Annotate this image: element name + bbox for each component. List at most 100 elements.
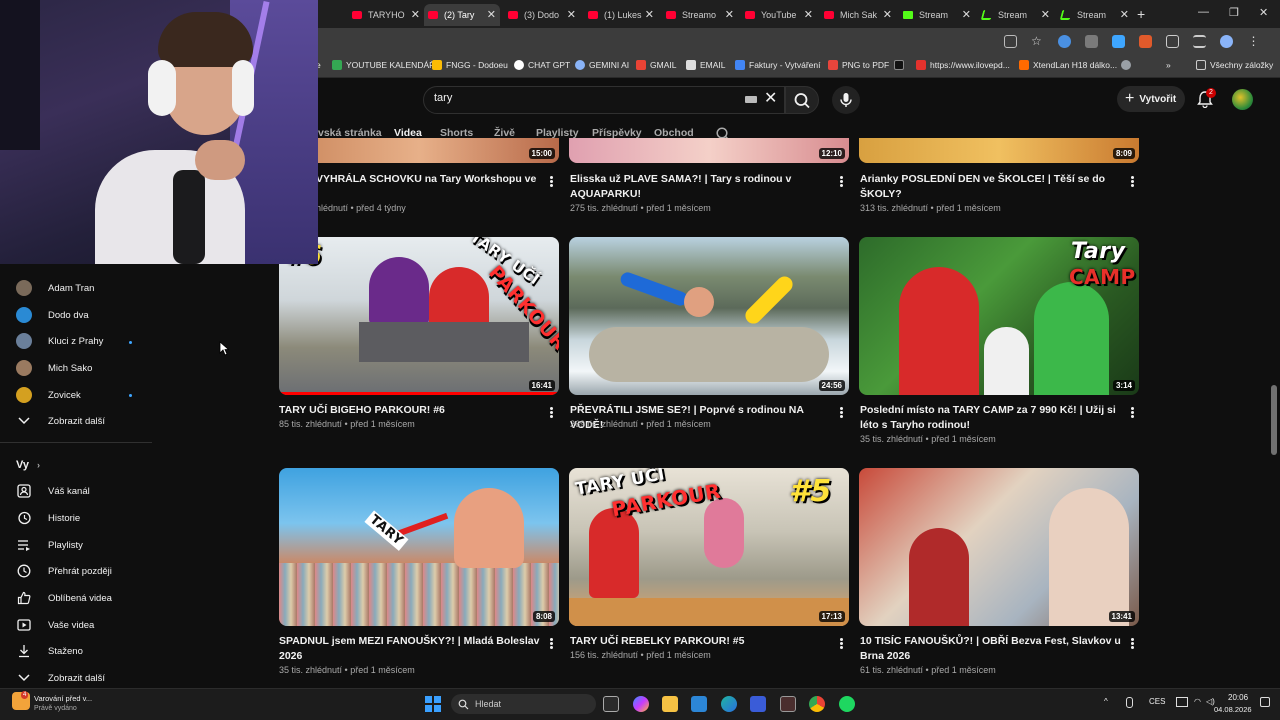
video-thumbnail[interactable]: 8:09: [859, 138, 1139, 163]
close-icon[interactable]: ✕: [411, 8, 420, 21]
clear-search-icon[interactable]: ✕: [764, 90, 777, 108]
you-section-heading[interactable]: Vy ›: [16, 459, 40, 471]
browser-tab[interactable]: (1) Lukes ✕: [584, 4, 658, 26]
bookmark-item[interactable]: https://www.ilovepd...: [916, 60, 1010, 70]
outlook-icon[interactable]: [691, 696, 707, 712]
bookmark-item[interactable]: Faktury - Vytváření: [735, 60, 820, 70]
video-title[interactable]: SPADNUL jsem MEZI FANOUŠKY?! | Mladá Bol…: [279, 634, 541, 663]
account-avatar[interactable]: [1232, 89, 1253, 110]
start-windows-icon[interactable]: [425, 696, 441, 712]
extension-icon[interactable]: [1112, 35, 1125, 48]
sidebar-show-more[interactable]: Zobrazit další: [16, 412, 146, 430]
browser-tab[interactable]: Streamo ✕: [662, 4, 738, 26]
voice-search-button[interactable]: [832, 86, 860, 114]
video-title[interactable]: 10 TISÍC FANOUŠKŮ?! | OBŘÍ Bezva Fest, S…: [860, 634, 1122, 663]
bookmark-star-icon[interactable]: ☆: [1031, 35, 1044, 48]
tray-overflow-icon[interactable]: ^: [1104, 697, 1108, 706]
bookmarks-overflow[interactable]: »: [1166, 60, 1171, 70]
close-icon[interactable]: ✕: [883, 8, 892, 21]
video-title[interactable]: Elisska už PLAVE SAMA?! | Tary s rodinou…: [570, 172, 810, 201]
video-menu-icon[interactable]: [1131, 638, 1134, 649]
video-title[interactable]: VYHRÁLA SCHOVKU na Tary Workshopu ve: [316, 172, 544, 187]
minimize-icon[interactable]: —: [1198, 6, 1209, 18]
sidebar-sub-item[interactable]: Zovicek: [16, 386, 146, 404]
bookmark-item[interactable]: XtendLan H18 dálko...: [1019, 60, 1117, 70]
sidebar-item-your-videos[interactable]: Vaše videa: [16, 616, 146, 634]
clock-time[interactable]: 20:06: [1228, 693, 1248, 702]
close-icon[interactable]: ✕: [1041, 8, 1050, 21]
close-icon[interactable]: ✕: [567, 8, 576, 21]
close-icon[interactable]: ✕: [487, 8, 496, 21]
sidebar-show-more-you[interactable]: Zobrazit další: [16, 669, 146, 687]
extensions-puzzle-icon[interactable]: [1166, 35, 1179, 48]
network-icon[interactable]: ◠: [1194, 697, 1201, 706]
browser-tab[interactable]: (3) Dodo ✕: [504, 4, 580, 26]
notification-center-icon[interactable]: [1260, 697, 1270, 707]
task-view-icon[interactable]: [603, 696, 619, 712]
browser-tab[interactable]: YouTube ✕: [741, 4, 817, 26]
close-icon[interactable]: ✕: [725, 8, 734, 21]
keyboard-language[interactable]: CES: [1149, 697, 1165, 706]
close-icon[interactable]: ✕: [804, 8, 813, 21]
browser-tab[interactable]: Stream ✕: [978, 4, 1054, 26]
bookmark-item[interactable]: YOUTUBE KALENDÁŘ: [332, 60, 435, 70]
video-thumbnail[interactable]: #6 TARY UČÍ PARKOUR 16:41: [279, 237, 559, 395]
video-menu-icon[interactable]: [840, 638, 843, 649]
close-window-icon[interactable]: ✕: [1259, 6, 1268, 19]
sidebar-item-watch-later[interactable]: Přehrát později: [16, 562, 146, 580]
close-icon[interactable]: ✕: [1120, 8, 1129, 21]
close-icon[interactable]: ✕: [645, 8, 654, 21]
bookmark-item[interactable]: PNG to PDF: [828, 60, 889, 70]
browser-tab[interactable]: Stream ✕: [1057, 4, 1133, 26]
video-menu-icon[interactable]: [550, 407, 553, 418]
video-thumbnail[interactable]: 15:00: [279, 138, 559, 163]
copilot-icon[interactable]: [633, 696, 649, 712]
sidebar-item-playlists[interactable]: Playlisty: [16, 536, 146, 554]
keyboard-icon[interactable]: [745, 96, 757, 103]
sidebar-sub-item[interactable]: Dodo dva: [16, 306, 146, 324]
bookmark-item[interactable]: [1121, 60, 1135, 70]
profile-icon[interactable]: [1220, 35, 1233, 48]
video-menu-icon[interactable]: [840, 176, 843, 187]
bookmark-item[interactable]: CHAT GPT: [514, 60, 570, 70]
video-menu-icon[interactable]: [840, 407, 843, 418]
chrome-icon[interactable]: [809, 696, 825, 712]
taskbar-search-input[interactable]: Hledat: [451, 694, 596, 714]
media-icon[interactable]: [1193, 35, 1206, 48]
sidebar-item-liked[interactable]: Oblíbená videa: [16, 589, 146, 607]
browser-tab[interactable]: Stream ✕: [899, 4, 975, 26]
display-icon[interactable]: [1176, 697, 1188, 707]
video-thumbnail[interactable]: TARY UČÍ PARKOUR #5 17:13: [569, 468, 849, 626]
page-scrollbar-thumb[interactable]: [1271, 385, 1277, 455]
video-menu-icon[interactable]: [1131, 176, 1134, 187]
capcut-icon[interactable]: [780, 696, 796, 712]
video-thumbnail[interactable]: 24:56: [569, 237, 849, 395]
video-title[interactable]: Arianky POSLEDNÍ DEN ve ŠKOLCE! | Těší s…: [860, 172, 1110, 201]
browser-tab[interactable]: TARYHO ✕: [348, 4, 424, 26]
video-title[interactable]: TARY UČÍ BIGEHO PARKOUR! #6: [279, 403, 541, 418]
bookmark-item[interactable]: GEMINI AI: [575, 60, 629, 70]
clock-date[interactable]: 04.08.2026: [1214, 705, 1252, 714]
video-menu-icon[interactable]: [550, 638, 553, 649]
search-input[interactable]: [423, 86, 785, 114]
video-title[interactable]: Poslední místo na TARY CAMP za 7 990 Kč!…: [860, 403, 1122, 432]
extension-icon[interactable]: [1085, 35, 1098, 48]
store-icon[interactable]: [750, 696, 766, 712]
bookmark-item[interactable]: [894, 60, 908, 70]
all-bookmarks[interactable]: Všechny záložky: [1196, 60, 1273, 70]
video-menu-icon[interactable]: [550, 176, 553, 187]
sidebar-sub-item[interactable]: Kluci z Prahy: [16, 332, 146, 350]
microphone-icon[interactable]: [1126, 697, 1133, 708]
menu-dots-icon[interactable]: ⋮: [1247, 35, 1260, 48]
sidebar-sub-item[interactable]: Mich Sako: [16, 359, 146, 377]
sidebar-item-downloads[interactable]: Staženo: [16, 642, 146, 660]
taskbar-notification-title[interactable]: Varování před v...: [34, 694, 92, 703]
cast-icon[interactable]: [1004, 35, 1017, 48]
restore-icon[interactable]: ❐: [1229, 6, 1239, 19]
new-tab-button[interactable]: +: [1137, 6, 1145, 22]
extension-icon[interactable]: [1139, 35, 1152, 48]
search-query[interactable]: tary: [434, 92, 452, 104]
bookmark-item[interactable]: GMAIL: [636, 60, 676, 70]
file-explorer-icon[interactable]: [662, 696, 678, 712]
close-icon[interactable]: ✕: [962, 8, 971, 21]
